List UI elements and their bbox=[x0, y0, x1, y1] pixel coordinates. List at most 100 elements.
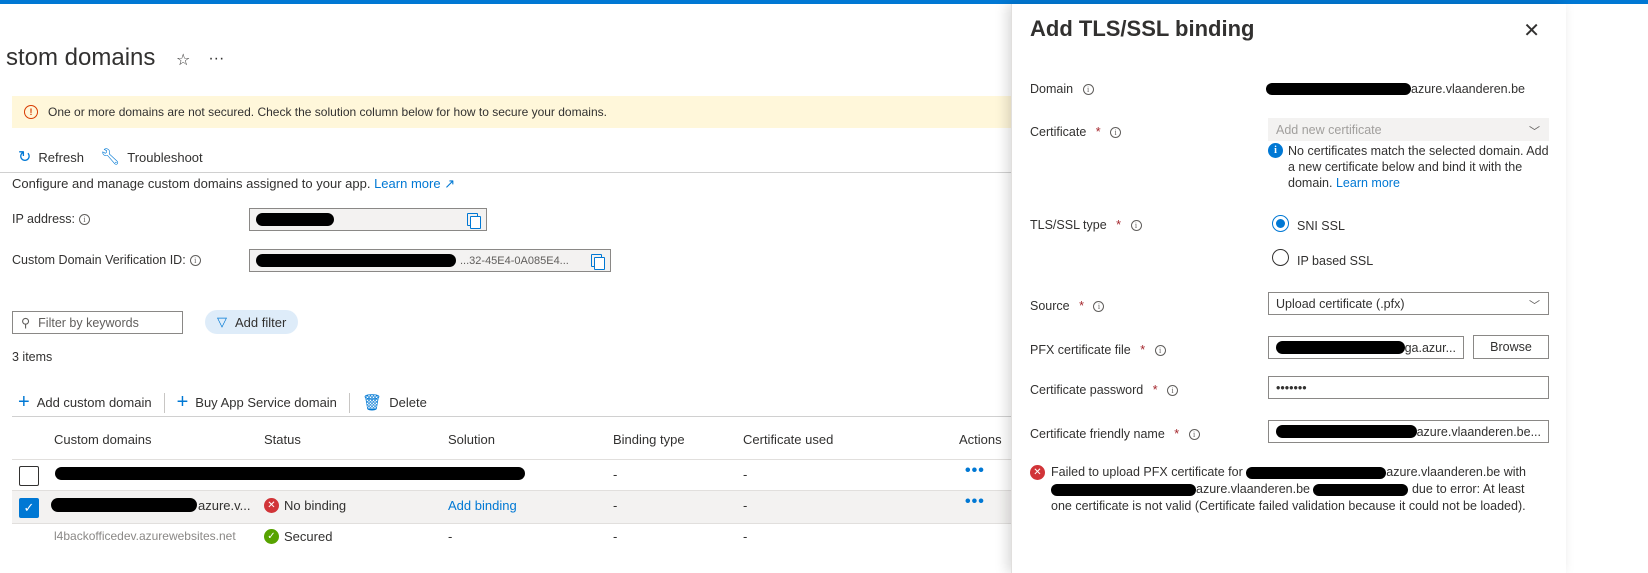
custom-domains-blade: stom domains ☆ ··· ! One or more domains… bbox=[0, 4, 1062, 573]
pfx-file-label: PFX certificate file * i bbox=[1030, 343, 1166, 357]
info-icon[interactable]: i bbox=[1154, 344, 1166, 356]
error-icon: ✕ bbox=[264, 498, 279, 513]
password-label: Certificate password * i bbox=[1030, 383, 1179, 397]
status-cell: ✓ Secured bbox=[264, 529, 332, 544]
info-icon[interactable]: i bbox=[1082, 83, 1094, 95]
add-binding-link[interactable]: Add binding bbox=[448, 498, 517, 513]
separator bbox=[163, 392, 165, 413]
copy-icon[interactable] bbox=[467, 213, 481, 229]
add-custom-domain-label: Add custom domain bbox=[36, 395, 152, 410]
troubleshoot-button[interactable]: 🔧︎ Troubleshoot bbox=[100, 147, 203, 167]
redacted-block bbox=[1051, 483, 1196, 496]
refresh-icon: ↻ bbox=[18, 149, 32, 166]
separator bbox=[348, 392, 350, 413]
check-icon: ✓ bbox=[264, 529, 279, 544]
redacted-block bbox=[1266, 83, 1411, 95]
certificate-cell: - bbox=[743, 467, 748, 482]
password-input[interactable]: ••••••• bbox=[1268, 376, 1549, 399]
row-checkbox[interactable] bbox=[19, 466, 39, 486]
chevron-down-icon: ﹀ bbox=[1529, 126, 1540, 138]
domain-label: Domain i bbox=[1030, 82, 1094, 96]
column-header-solution[interactable]: Solution bbox=[448, 432, 495, 447]
status-cell: ✕ No binding bbox=[264, 498, 346, 513]
filter-placeholder: Filter by keywords bbox=[38, 315, 139, 330]
row-actions-button[interactable]: ••• bbox=[965, 493, 985, 511]
info-icon[interactable]: i bbox=[1167, 384, 1179, 396]
row-actions-button[interactable]: ••• bbox=[965, 462, 985, 480]
title-actions: ☆ ··· bbox=[176, 50, 224, 70]
redacted-block bbox=[1246, 466, 1387, 479]
add-tls-binding-panel: Add TLS/SSL binding ✕ Domain i azure.vla… bbox=[1011, 4, 1566, 573]
command-bar: ↻ Refresh 🔧︎ Troubleshoot bbox=[18, 147, 203, 167]
warning-text: One or more domains are not secured. Che… bbox=[48, 105, 607, 119]
info-icon[interactable]: i bbox=[1093, 300, 1105, 312]
status-text: No binding bbox=[284, 498, 347, 513]
info-icon[interactable]: i bbox=[1110, 126, 1122, 138]
binding-type-cell: - bbox=[613, 529, 618, 544]
close-icon[interactable]: ✕ bbox=[1523, 18, 1540, 43]
redacted-block bbox=[55, 467, 525, 480]
add-filter-button[interactable]: ▽ Add filter bbox=[205, 310, 299, 334]
redacted-block bbox=[1276, 341, 1405, 354]
learn-more-link[interactable]: Learn more ↗ bbox=[374, 176, 455, 191]
redacted-block bbox=[256, 213, 334, 226]
verification-id-suffix: ...32-45E4-0A085E4... bbox=[460, 254, 569, 267]
row-checkbox[interactable]: ✓ bbox=[19, 498, 39, 518]
ip-address-field bbox=[249, 208, 487, 231]
column-header-actions: Actions bbox=[959, 432, 1002, 447]
warning-icon: ! bbox=[24, 105, 38, 119]
column-header-domains[interactable]: Custom domains bbox=[54, 432, 152, 447]
ip-based-ssl-radio[interactable] bbox=[1272, 249, 1289, 266]
warning-banner: ! One or more domains are not secured. C… bbox=[12, 96, 607, 128]
chevron-down-icon: ﹀ bbox=[1529, 300, 1540, 312]
star-icon[interactable]: ☆ bbox=[176, 50, 190, 70]
row-divider bbox=[12, 523, 1062, 524]
add-custom-domain-button[interactable]: + Add custom domain bbox=[18, 391, 152, 414]
page-title: stom domains bbox=[6, 44, 156, 71]
panel-title: Add TLS/SSL binding bbox=[1030, 16, 1255, 41]
copy-icon[interactable] bbox=[591, 254, 605, 270]
redacted-block bbox=[256, 254, 456, 267]
domain-command-bar: + Add custom domain + Buy App Service do… bbox=[18, 391, 427, 414]
verification-id-label: Custom Domain Verification ID: i bbox=[12, 253, 201, 267]
certificate-select: Add new certificate ﹀ bbox=[1268, 118, 1549, 141]
info-icon[interactable]: i bbox=[79, 213, 91, 225]
info-icon[interactable]: i bbox=[1188, 428, 1200, 440]
sni-ssl-label: SNI SSL bbox=[1297, 219, 1345, 233]
certificate-cell: - bbox=[743, 529, 748, 544]
add-filter-label: Add filter bbox=[235, 314, 287, 330]
more-icon[interactable]: ··· bbox=[208, 50, 224, 70]
tls-type-label: TLS/SSL type * i bbox=[1030, 218, 1142, 232]
domain-cell: l4backofficedev.azurewebsites.net bbox=[54, 529, 236, 543]
pfx-file-input[interactable]: ga.azur... bbox=[1268, 336, 1464, 359]
certificate-info-message: i No certificates match the selected dom… bbox=[1268, 143, 1553, 191]
filter-input[interactable]: ⚲ Filter by keywords bbox=[12, 311, 183, 334]
browse-button[interactable]: Browse bbox=[1473, 335, 1549, 359]
sni-ssl-radio[interactable] bbox=[1272, 215, 1289, 232]
funnel-icon: ▽ bbox=[217, 314, 227, 329]
buy-domain-button[interactable]: + Buy App Service domain bbox=[177, 391, 337, 414]
refresh-button[interactable]: ↻ Refresh bbox=[18, 147, 84, 167]
certificate-cell: - bbox=[743, 498, 748, 513]
domain-cell: azure.v... bbox=[198, 498, 251, 513]
delete-button[interactable]: 🗑︎ Delete bbox=[362, 393, 427, 413]
info-icon[interactable]: i bbox=[1130, 219, 1142, 231]
column-header-binding-type[interactable]: Binding type bbox=[613, 432, 685, 447]
domain-value: azure.vlaanderen.be bbox=[1266, 82, 1525, 96]
buy-domain-label: Buy App Service domain bbox=[195, 395, 337, 410]
source-label: Source * i bbox=[1030, 299, 1105, 313]
table-top-line bbox=[12, 416, 1062, 417]
source-select[interactable]: Upload certificate (.pfx) ﹀ bbox=[1268, 292, 1549, 315]
column-header-status[interactable]: Status bbox=[264, 432, 301, 447]
search-icon: ⚲ bbox=[21, 316, 31, 330]
column-header-certificate-used[interactable]: Certificate used bbox=[743, 432, 833, 447]
error-icon: ✕ bbox=[1030, 465, 1045, 480]
status-text: Secured bbox=[284, 529, 333, 544]
learn-more-link[interactable]: Learn more bbox=[1336, 176, 1400, 190]
friendly-name-input[interactable]: azure.vlaanderen.be... bbox=[1268, 420, 1549, 443]
divider bbox=[0, 172, 1062, 173]
plus-icon: + bbox=[176, 391, 189, 413]
certificate-label: Certificate * i bbox=[1030, 125, 1122, 139]
ip-address-label: IP address: i bbox=[12, 212, 91, 226]
info-icon[interactable]: i bbox=[189, 254, 201, 266]
